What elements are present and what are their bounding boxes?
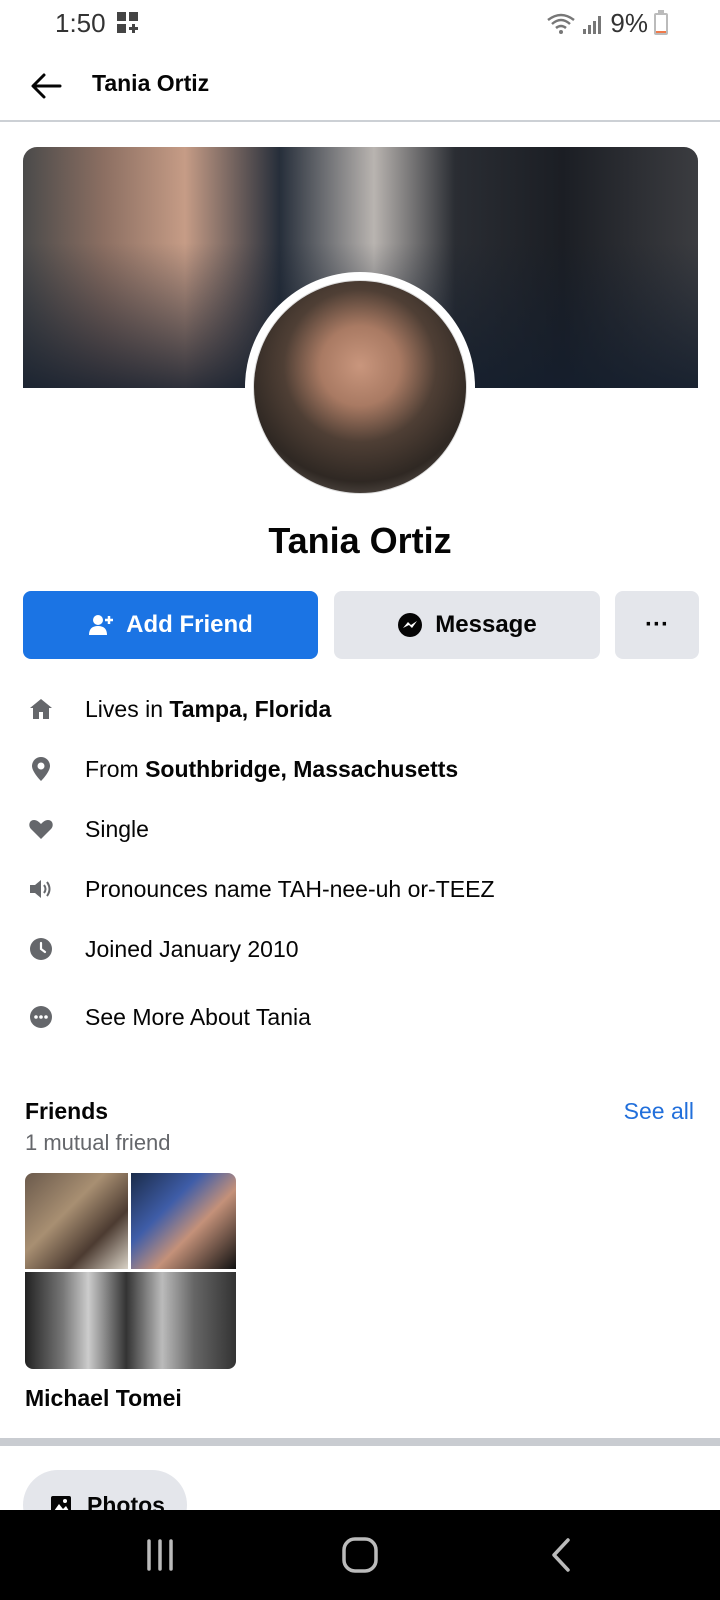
add-friend-label: Add Friend: [126, 611, 253, 638]
signal-icon: [583, 15, 602, 34]
status-bar: 1:50 9%: [0, 0, 720, 46]
more-circle-icon: [30, 1006, 52, 1028]
friend-photo: [131, 1173, 236, 1269]
battery-icon: [654, 9, 668, 35]
intro-text: Single: [85, 816, 149, 842]
profile-name: Tania Ortiz: [268, 520, 452, 561]
header-title: Tania Ortiz: [92, 70, 210, 96]
battery-level: [656, 30, 666, 33]
intro-text: Pronounces name TAH-nee-uh or-TEEZ: [85, 876, 495, 902]
friends-title: Friends: [25, 1098, 109, 1124]
recent-apps-icon[interactable]: [137, 1532, 183, 1578]
message-button[interactable]: Message: [334, 591, 600, 659]
mutual-friends-count: 1 mutual friend: [25, 1130, 171, 1155]
heart-icon: [29, 820, 53, 839]
intro-text: From Southbridge, Massachusetts: [85, 756, 459, 782]
app-grid-icon: [117, 12, 138, 33]
intro-text: See More About Tania: [85, 1004, 311, 1030]
add-person-icon: [89, 615, 114, 635]
home-icon: [30, 699, 52, 719]
speaker-icon: [30, 880, 51, 898]
intro-item-from: From Southbridge, Massachusetts: [0, 744, 720, 794]
section-divider: [0, 1438, 720, 1446]
profile-avatar[interactable]: [253, 280, 467, 494]
intro-text: Lives in Tampa, Florida: [85, 696, 332, 722]
clock-icon: [30, 938, 52, 960]
location-pin-icon: [32, 757, 50, 781]
friends-see-all-link[interactable]: See all: [624, 1098, 694, 1125]
add-friend-button[interactable]: Add Friend: [23, 591, 318, 659]
intro-item-pronunciation[interactable]: Pronounces name TAH-nee-uh or-TEEZ: [0, 864, 720, 914]
wifi-icon: [547, 13, 576, 34]
message-label: Message: [435, 611, 537, 638]
home-nav-icon[interactable]: [337, 1532, 383, 1578]
more-options-button[interactable]: ···: [615, 591, 699, 659]
friend-photo: [25, 1272, 236, 1369]
battery-percent: 9%: [610, 8, 648, 38]
intro-item-lives-in: Lives in Tampa, Florida: [0, 684, 720, 734]
back-nav-icon[interactable]: [540, 1532, 586, 1578]
intro-text: Joined January 2010: [85, 936, 299, 962]
more-options-icon: ···: [645, 611, 669, 638]
app-header: Tania Ortiz: [0, 50, 720, 122]
see-more-about-link[interactable]: See More About Tania: [0, 992, 720, 1042]
messenger-icon: [398, 613, 423, 637]
friend-photo-tile[interactable]: [25, 1173, 236, 1369]
status-time: 1:50: [55, 8, 106, 38]
friend-photo: [25, 1173, 128, 1269]
intro-item-relationship: Single: [0, 804, 720, 854]
friend-name[interactable]: Michael Tomei: [25, 1385, 182, 1412]
intro-item-joined: Joined January 2010: [0, 924, 720, 974]
back-arrow-icon[interactable]: [26, 66, 66, 106]
system-nav-bar: [0, 1510, 720, 1600]
